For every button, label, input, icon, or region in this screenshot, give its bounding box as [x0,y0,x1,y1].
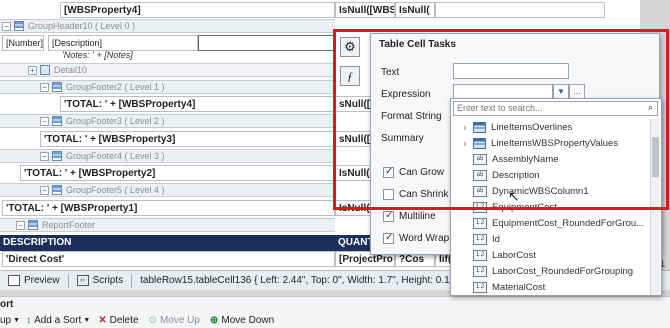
sort-toolbar: ort up ▼ ↕ Add a Sort ▼ ✕ Delete ⊙ Move … [0,296,670,328]
move-down-icon: ⊕ [209,315,219,326]
field-list-item[interactable]: 1.2 MaterialCost [457,279,647,295]
total-wbs4-cell[interactable]: 'TOTAL: ' + [WBSProperty4] [60,96,335,112]
number-field-icon: 1.2 [473,233,487,245]
preview-icon [8,275,20,286]
wbs4-header-cell[interactable]: [WBSProperty4] [60,2,335,18]
word-wrap-check[interactable] [383,232,394,244]
band-label: GroupHeader10 ( Level 0 ) [28,21,136,31]
band-icon [52,116,62,126]
multiline-check[interactable] [383,210,394,222]
total-wbs2-cell[interactable]: 'TOTAL: ' + [WBSProperty2] [20,165,335,181]
word-wrap-label: Word Wrap [399,233,450,244]
notes-label[interactable]: 'Notes: ' + [Notes] [62,50,133,60]
number-cell[interactable]: [Number] [2,35,44,51]
selected-empty-cell[interactable] [198,35,335,51]
total-wbs3-cell[interactable]: 'TOTAL: ' + [WBSProperty3] [40,131,335,147]
move-down-button[interactable]: Move Down [221,315,274,326]
group-footer2-band[interactable]: − GroupFooter2 ( Level 1 ) [0,80,335,94]
group-footer4-band[interactable]: − GroupFooter4 ( Level 3 ) [0,149,335,163]
field-list-item[interactable]: 1.2 LaborCost [457,247,647,263]
expand-icon[interactable]: + [28,65,37,75]
dropdown-arrow-icon[interactable]: ▼ [83,317,90,324]
scripts-label: Scripts [92,275,124,286]
scripts-tab[interactable]: ‹› Scripts [76,275,124,286]
add-sort-icon: ↕ [26,315,32,326]
preview-label: Preview [24,275,60,286]
group-button-partial[interactable]: up [0,315,11,326]
isnull-cell-top2[interactable]: IsNull( [395,2,435,18]
field-list-item[interactable]: 1.2 EquipmentCost_RoundedForGrou... [457,215,647,231]
number-field-icon: 1.2 [473,217,487,229]
collapse-icon[interactable]: − [40,185,49,195]
collapse-icon[interactable]: − [16,220,25,230]
add-sort-button[interactable]: Add a Sort [34,315,81,326]
preview-tab[interactable]: Preview [8,275,60,286]
scripts-icon: ‹› [76,275,89,286]
dropdown-arrow-icon[interactable]: ▼ [13,317,20,324]
blank-cell-top[interactable] [435,2,605,18]
field-list-item-label: Id [492,233,500,245]
band-label: GroupFooter3 ( Level 2 ) [66,116,165,126]
sort-panel-title: ort [0,299,14,310]
selection-info: tableRow15.tableCell136 { Left: 2.44", T… [140,275,465,286]
band-label: ReportFooter [42,220,96,230]
group-header-band[interactable]: − GroupHeader10 ( Level 0 ) [0,19,335,33]
detail-band[interactable]: + Detail10 [0,63,335,77]
direct-cost-cell[interactable]: 'Direct Cost' [2,251,335,267]
total-wbs1-cell[interactable]: 'TOTAL: ' + [WBSProperty1] [2,200,335,216]
collapse-icon[interactable]: − [40,82,49,92]
group-footer3-band[interactable]: − GroupFooter3 ( Level 2 ) [0,114,335,128]
report-footer-band[interactable]: − ReportFooter [0,218,335,232]
field-list-item-label: LaborCost_RoundedForGrouping [492,265,634,277]
divider [131,273,133,288]
divider [67,273,69,288]
number-field-icon: 1.2 [473,249,487,261]
description-cell[interactable]: [Description] [48,35,198,51]
description-header[interactable]: DESCRIPTION [0,235,335,251]
delete-button[interactable]: Delete [110,315,139,326]
field-list-item[interactable]: 1.2 Id [457,231,647,247]
band-icon [14,21,24,31]
band-icon [40,65,50,75]
band-label: Detail10 [54,65,88,75]
field-list-item-label: MaterialCost [492,281,546,293]
multiline-label: Multiline [399,211,436,222]
band-icon [28,220,38,230]
move-up-icon: ⊙ [148,315,157,326]
field-list-item-label: LaborCost [492,249,536,261]
isnull-cell-top[interactable]: IsNull([WBS [335,2,395,18]
number-field-icon: 1.2 [473,265,487,277]
number-field-icon: 1.2 [473,281,487,293]
field-list-item[interactable]: 1.2 LaborCost_RoundedForGrouping [457,263,647,279]
highlight-rectangle [333,29,669,210]
multiline-checkbox[interactable]: Multiline [383,210,436,222]
field-list-item-label: EquipmentCost_RoundedForGrou... [492,217,645,229]
band-label: GroupFooter4 ( Level 3 ) [66,151,165,161]
band-icon [52,185,62,195]
band-icon [52,82,62,92]
group-footer5-band[interactable]: − GroupFooter5 ( Level 4 ) [0,183,335,197]
collapse-icon[interactable]: − [2,21,11,31]
collapse-icon[interactable]: − [40,151,49,161]
band-label: GroupFooter5 ( Level 4 ) [66,185,165,195]
band-label: GroupFooter2 ( Level 1 ) [66,82,165,92]
move-up-button[interactable]: Move Up [160,315,200,326]
collapse-icon[interactable]: − [40,116,49,126]
delete-icon: ✕ [98,315,107,326]
word-wrap-checkbox[interactable]: Word Wrap [383,232,450,244]
band-icon [52,151,62,161]
